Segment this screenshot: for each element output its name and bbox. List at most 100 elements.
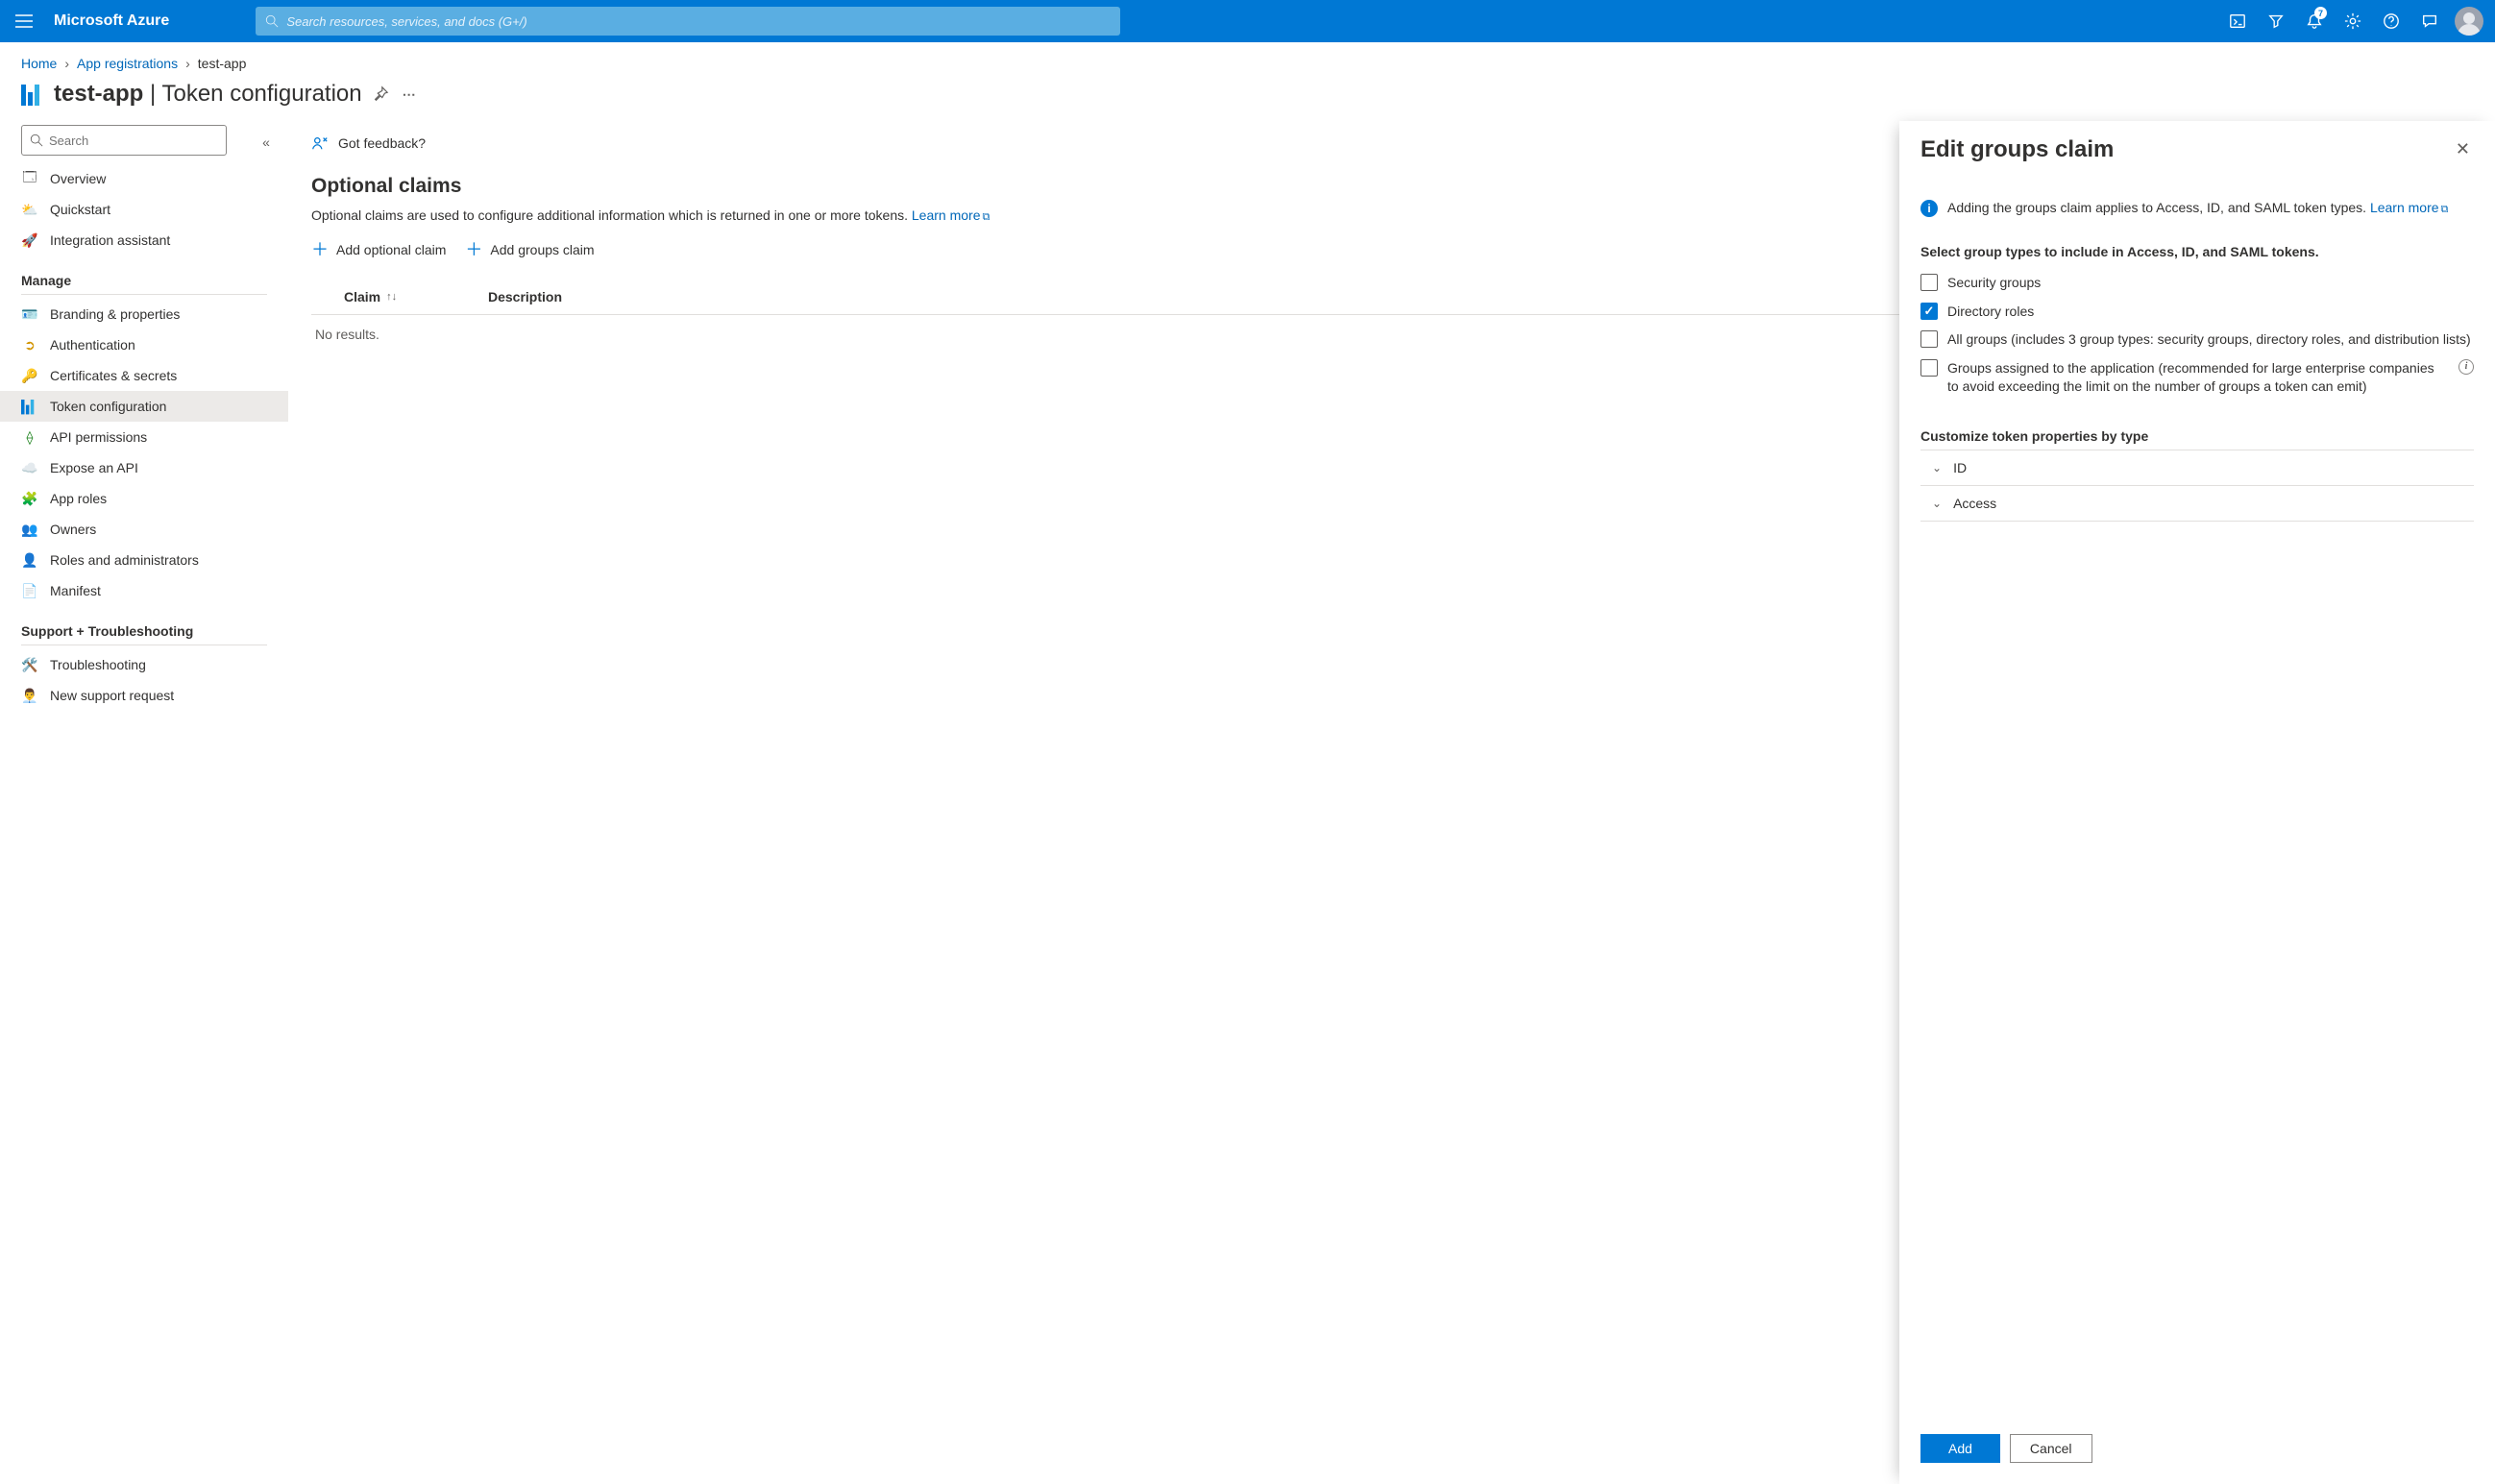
sort-icon: ↑↓ <box>386 291 397 303</box>
checkbox-label: Security groups <box>1947 274 2474 293</box>
nav-overview[interactable]: 🗔 Overview <box>0 163 288 194</box>
info-text: Adding the groups claim applies to Acces… <box>1947 200 2370 215</box>
feedback-top-icon[interactable] <box>2410 0 2449 42</box>
nav-item-label: Troubleshooting <box>50 657 146 672</box>
page-title: test-app | Token configuration <box>54 81 362 108</box>
nav-item-label: Expose an API <box>50 460 138 475</box>
key-icon: 🔑 <box>21 367 38 384</box>
feedback-person-icon <box>311 134 329 152</box>
global-search[interactable] <box>256 7 1120 36</box>
pin-icon[interactable] <box>372 85 389 103</box>
notifications-icon[interactable]: 7 <box>2295 0 2334 42</box>
nav-app-roles[interactable]: 🧩 App roles <box>0 483 288 514</box>
checkbox[interactable] <box>1920 303 1938 320</box>
left-nav: 🗔 Overview ⛅ Quickstart 🚀 Integration as… <box>0 163 288 730</box>
nav-integration-assistant[interactable]: 🚀 Integration assistant <box>0 225 288 255</box>
account-avatar[interactable] <box>2455 7 2483 36</box>
settings-gear-icon[interactable] <box>2334 0 2372 42</box>
chevron-down-icon: ⌄ <box>1932 497 1942 510</box>
expander-label: ID <box>1953 460 1967 475</box>
nav-certificates-secrets[interactable]: 🔑 Certificates & secrets <box>0 360 288 391</box>
info-icon: i <box>1920 200 1938 217</box>
breadcrumb-separator: › <box>185 56 190 71</box>
nav-authentication[interactable]: ➲ Authentication <box>0 329 288 360</box>
nav-manifest[interactable]: 📄 Manifest <box>0 575 288 606</box>
nav-owners[interactable]: 👥 Owners <box>0 514 288 545</box>
branding-icon: 🪪 <box>21 305 38 323</box>
close-blade-icon[interactable]: ✕ <box>2452 136 2474 161</box>
brand-label[interactable]: Microsoft Azure <box>54 12 169 30</box>
checkbox[interactable] <box>1920 359 1938 377</box>
overview-icon: 🗔 <box>21 170 38 187</box>
add-button[interactable]: Add <box>1920 1434 2000 1463</box>
checkbox-directory-roles[interactable]: Directory roles <box>1920 298 2474 327</box>
nav-new-support-request[interactable]: 👨‍💼 New support request <box>0 680 288 711</box>
nav-item-label: API permissions <box>50 429 147 445</box>
chevron-down-icon: ⌄ <box>1932 461 1942 474</box>
checkbox-groups-assigned-to-app[interactable]: Groups assigned to the application (reco… <box>1920 354 2474 401</box>
breadcrumb-app-registrations[interactable]: App registrations <box>77 56 178 71</box>
global-search-input[interactable] <box>286 14 1111 29</box>
info-learn-more-link[interactable]: Learn more⧉ <box>2370 200 2448 215</box>
left-nav-column: « 🗔 Overview ⛅ Quickstart 🚀 Integration … <box>0 121 288 1484</box>
api-permissions-icon: ⟠ <box>21 428 38 446</box>
nav-roles-administrators[interactable]: 👤 Roles and administrators <box>0 545 288 575</box>
checkbox[interactable] <box>1920 330 1938 348</box>
hamburger-menu-icon[interactable] <box>8 5 40 37</box>
info-banner: i Adding the groups claim applies to Acc… <box>1920 200 2474 217</box>
search-icon <box>30 134 43 147</box>
expander-access[interactable]: ⌄ Access <box>1920 485 2474 522</box>
checkbox-label: Groups assigned to the application (reco… <box>1947 359 2449 397</box>
expander-label: Access <box>1953 496 1996 511</box>
external-link-icon: ⧉ <box>982 211 990 223</box>
column-header-claim[interactable]: Claim ↑↓ <box>315 289 488 304</box>
checkbox[interactable] <box>1920 274 1938 291</box>
nav-item-label: Branding & properties <box>50 306 180 322</box>
plus-icon: ＋ <box>465 241 482 258</box>
notification-badge: 7 <box>2314 7 2327 19</box>
blade-title: Edit groups claim <box>1920 136 2452 163</box>
group-types-header: Select group types to include in Access,… <box>1920 244 2474 259</box>
rocket-icon: 🚀 <box>21 231 38 249</box>
roles-admin-icon: 👤 <box>21 551 38 569</box>
support-request-icon: 👨‍💼 <box>21 687 38 704</box>
nav-search-input[interactable] <box>49 134 218 148</box>
learn-more-link[interactable]: Learn more⧉ <box>912 207 990 223</box>
page-title-row: test-app | Token configuration ⋯ <box>0 75 2495 121</box>
directories-filter-icon[interactable] <box>2257 0 2295 42</box>
feedback-label: Got feedback? <box>338 135 426 151</box>
customize-token-header: Customize token properties by type <box>1920 428 2474 444</box>
nav-item-label: Token configuration <box>50 399 166 414</box>
nav-quickstart[interactable]: ⛅ Quickstart <box>0 194 288 225</box>
checkbox-all-groups[interactable]: All groups (includes 3 group types: secu… <box>1920 326 2474 354</box>
nav-item-label: Owners <box>50 522 96 537</box>
expander-id[interactable]: ⌄ ID <box>1920 450 2474 485</box>
nav-item-label: Quickstart <box>50 202 110 217</box>
add-optional-claim-button[interactable]: ＋ Add optional claim <box>311 241 446 258</box>
cloud-shell-icon[interactable] <box>2218 0 2257 42</box>
nav-api-permissions[interactable]: ⟠ API permissions <box>0 422 288 452</box>
nav-troubleshooting[interactable]: 🛠️ Troubleshooting <box>0 649 288 680</box>
nav-token-configuration[interactable]: Token configuration <box>0 391 288 422</box>
authentication-icon: ➲ <box>21 336 38 353</box>
page-title-suffix: | Token configuration <box>143 81 361 107</box>
help-icon[interactable] <box>2372 0 2410 42</box>
nav-expose-api[interactable]: ☁️ Expose an API <box>0 452 288 483</box>
more-actions-icon[interactable]: ⋯ <box>399 86 420 103</box>
info-help-icon[interactable]: i <box>2458 359 2474 375</box>
nav-item-label: Overview <box>50 171 106 186</box>
nav-branding[interactable]: 🪪 Branding & properties <box>0 299 288 329</box>
collapse-nav-icon[interactable]: « <box>254 134 279 150</box>
cancel-button[interactable]: Cancel <box>2010 1434 2092 1463</box>
owners-icon: 👥 <box>21 521 38 538</box>
nav-item-label: Integration assistant <box>50 232 170 248</box>
nav-search[interactable] <box>21 125 227 156</box>
action-label: Add optional claim <box>336 242 446 257</box>
quickstart-icon: ⛅ <box>21 201 38 218</box>
add-groups-claim-button[interactable]: ＋ Add groups claim <box>465 241 594 258</box>
nav-item-label: Manifest <box>50 583 101 598</box>
breadcrumb-home[interactable]: Home <box>21 56 57 71</box>
nav-item-label: New support request <box>50 688 174 703</box>
breadcrumb-current: test-app <box>198 56 247 71</box>
checkbox-security-groups[interactable]: Security groups <box>1920 269 2474 298</box>
